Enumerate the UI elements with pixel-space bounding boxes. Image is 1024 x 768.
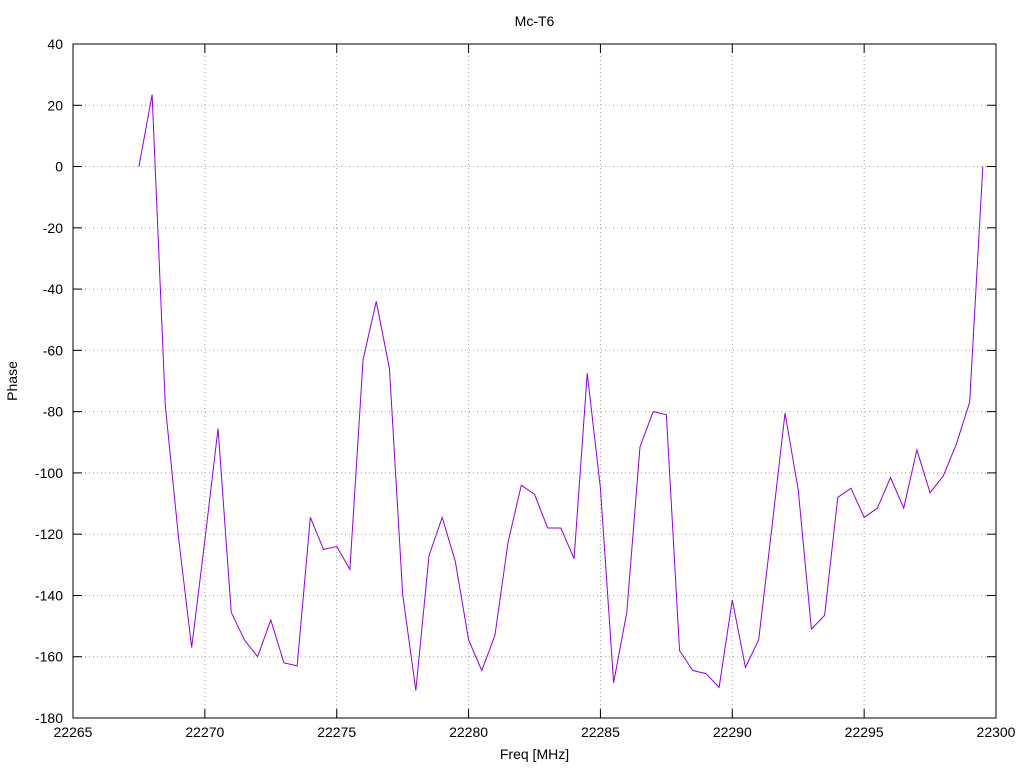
x-tick-label: 22280 (449, 724, 488, 740)
grid-layer (73, 44, 996, 718)
y-tick-label: -140 (35, 587, 63, 603)
ticks-layer: 22265 22270 22275 22280 22285 22290 22295 22300… (35, 36, 1016, 740)
y-tick-label: -60 (43, 342, 63, 358)
y-tick-label: -20 (43, 220, 63, 236)
labels-layer: Mc-T6 Freq [MHz] Phase (4, 13, 569, 762)
x-axis-label: Freq [MHz] (500, 746, 569, 762)
y-tick-label: -120 (35, 526, 63, 542)
x-tick-label: 22290 (713, 724, 752, 740)
x-tick-label: 22300 (977, 724, 1016, 740)
phase-series-line (138, 94, 984, 691)
y-tick-label: -80 (43, 404, 63, 420)
y-tick-label: -160 (35, 649, 63, 665)
y-tick-label: 40 (47, 36, 63, 52)
series-layer (138, 94, 984, 691)
x-tick-label: 22285 (581, 724, 620, 740)
chart-title: Mc-T6 (515, 13, 555, 29)
y-tick-label: -40 (43, 281, 63, 297)
x-tick-label: 22275 (317, 724, 356, 740)
chart-container: 22265 22270 22275 22280 22285 22290 22295 22300… (0, 0, 1024, 768)
phase-line-chart: 22265 22270 22275 22280 22285 22290 22295 22300… (4, 13, 1016, 762)
y-tick-label: -180 (35, 710, 63, 726)
y-axis-label: Phase (4, 361, 20, 401)
y-tick-label: -100 (35, 465, 63, 481)
y-tick-label: 0 (55, 159, 63, 175)
y-tick-label: 20 (47, 97, 63, 113)
x-tick-label: 22270 (185, 724, 224, 740)
x-tick-label: 22295 (845, 724, 884, 740)
x-tick-label: 22265 (54, 724, 93, 740)
plot-border (72, 43, 997, 719)
